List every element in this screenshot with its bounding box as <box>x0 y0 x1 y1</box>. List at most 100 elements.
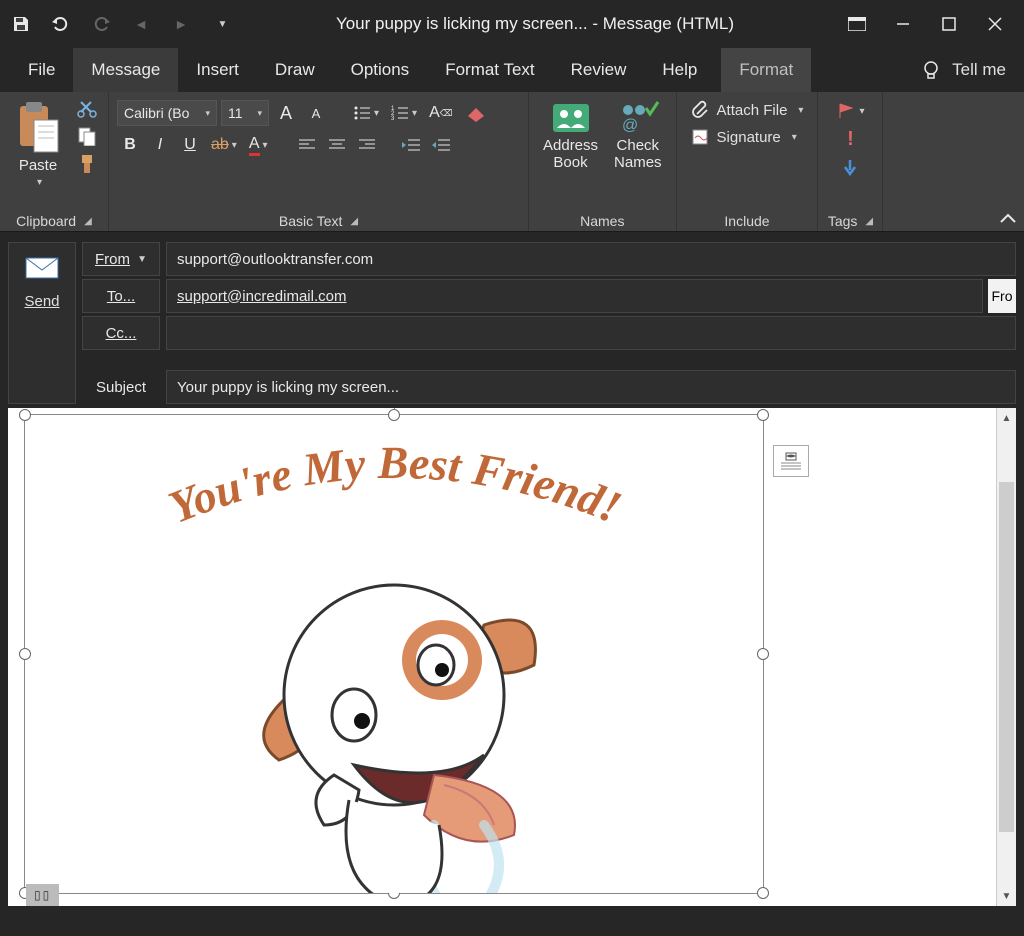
signature-label: Signature <box>717 129 781 146</box>
italic-button[interactable]: I <box>147 132 173 158</box>
window-title: Your puppy is licking my screen... - Mes… <box>236 14 834 34</box>
title-bar: ◄ ► ▼ Your puppy is licking my screen...… <box>0 0 1024 48</box>
clear-formatting-button[interactable]: A⌫ <box>425 100 456 126</box>
from-button[interactable]: From ▼ <box>82 242 160 276</box>
send-label: Send <box>24 293 59 310</box>
subject-input[interactable]: Your puppy is licking my screen... <box>166 370 1016 404</box>
font-family-combo[interactable]: Calibri (Bo▾ <box>117 100 217 126</box>
increase-indent-button[interactable] <box>428 132 454 158</box>
svg-text:@: @ <box>622 117 638 134</box>
qat-dropdown-icon[interactable]: ▼ <box>206 9 236 39</box>
tab-options[interactable]: Options <box>333 48 428 92</box>
dialog-launcher-icon[interactable]: ◢ <box>350 216 358 227</box>
signature-button[interactable]: Signature ▾ <box>685 126 803 148</box>
send-button[interactable]: Send <box>8 242 76 404</box>
high-importance-button[interactable]: ! <box>837 126 863 152</box>
to-button[interactable]: To... <box>82 279 160 313</box>
compose-header: Send From ▼ support@outlooktransfer.com … <box>0 232 1024 408</box>
ribbon-tabs: File Message Insert Draw Options Format … <box>0 48 1024 92</box>
eraser-icon[interactable] <box>460 100 490 126</box>
font-size-value: 11 <box>228 105 243 121</box>
cc-input[interactable] <box>166 316 1016 350</box>
copy-icon <box>77 126 97 146</box>
message-body[interactable]: You're My Best Friend! <box>8 408 1016 906</box>
bold-button[interactable]: B <box>117 132 143 158</box>
bottom-tag: ▯▯ <box>26 884 59 906</box>
redo-icon[interactable] <box>86 9 116 39</box>
quick-access-toolbar: ◄ ► ▼ <box>6 9 236 39</box>
layout-options-button[interactable] <box>773 445 809 477</box>
save-icon[interactable] <box>6 9 36 39</box>
tab-draw[interactable]: Draw <box>257 48 333 92</box>
align-left-button[interactable] <box>294 132 320 158</box>
follow-up-button[interactable]: ▾ <box>832 98 868 124</box>
to-input[interactable]: support@incredimail.com <box>166 279 983 313</box>
envelope-icon <box>25 257 59 279</box>
shrink-font-button[interactable]: A <box>303 100 329 126</box>
align-center-button[interactable] <box>324 132 350 158</box>
ribbon-display-icon[interactable] <box>834 1 880 47</box>
low-importance-button[interactable] <box>837 154 863 180</box>
font-size-combo[interactable]: 11▾ <box>221 100 269 126</box>
dialog-launcher-icon[interactable]: ◢ <box>865 216 873 227</box>
tab-help[interactable]: Help <box>644 48 715 92</box>
down-arrow-icon <box>842 158 858 176</box>
scroll-up-button[interactable]: ▲ <box>997 408 1016 428</box>
align-right-button[interactable] <box>354 132 380 158</box>
underline-button[interactable]: U <box>177 132 203 158</box>
dialog-launcher-icon[interactable]: ◢ <box>84 216 92 227</box>
tab-file[interactable]: File <box>10 48 73 92</box>
tab-review[interactable]: Review <box>553 48 645 92</box>
format-painter-button[interactable] <box>74 152 100 176</box>
tab-message[interactable]: Message <box>73 48 178 92</box>
tab-format-context[interactable]: Format <box>721 48 811 92</box>
puppy-image <box>184 525 604 893</box>
cut-button[interactable] <box>74 96 100 120</box>
group-tags-label: Tags <box>828 213 858 229</box>
embedded-image: You're My Best Friend! <box>25 415 763 893</box>
ribbon: Paste ▾ Clipboard ◢ <box>0 92 1024 232</box>
scroll-down-button[interactable]: ▼ <box>997 886 1016 906</box>
copy-button[interactable] <box>74 124 100 148</box>
bulb-icon <box>920 59 942 81</box>
check-names-button[interactable]: @ Check Names <box>608 96 668 175</box>
from-value: support@outlooktransfer.com <box>166 242 1016 276</box>
attach-file-button[interactable]: Attach File ▾ <box>685 98 810 122</box>
paste-label: Paste <box>19 158 57 175</box>
paste-button[interactable]: Paste ▾ <box>8 96 68 192</box>
decrease-indent-button[interactable] <box>398 132 424 158</box>
cc-button[interactable]: Cc... <box>82 316 160 350</box>
vertical-scrollbar[interactable]: ▲ ▼ <box>996 408 1016 906</box>
minimize-button[interactable] <box>880 1 926 47</box>
bullets-button[interactable]: ▾ <box>349 100 383 126</box>
strikethrough-button[interactable]: ab▾ <box>207 132 241 158</box>
tab-format-text[interactable]: Format Text <box>427 48 552 92</box>
back-icon[interactable]: ◄ <box>126 9 156 39</box>
chevron-up-icon <box>999 213 1017 225</box>
maximize-button[interactable] <box>926 1 972 47</box>
font-color-button[interactable]: A▾ <box>245 132 272 158</box>
group-tags: ▾ ! Tags ◢ <box>818 92 883 231</box>
selected-image-frame[interactable]: You're My Best Friend! <box>24 414 764 894</box>
collapse-ribbon-button[interactable] <box>992 92 1024 231</box>
group-names-label: Names <box>580 213 624 229</box>
numbering-button[interactable]: 123▾ <box>387 100 421 126</box>
tell-me[interactable]: Tell me <box>902 48 1024 92</box>
forward-icon[interactable]: ► <box>166 9 196 39</box>
group-clipboard: Paste ▾ Clipboard ◢ <box>0 92 109 231</box>
address-book-label: Address Book <box>543 138 598 171</box>
paperclip-icon <box>691 100 709 120</box>
address-book-button[interactable]: Address Book <box>537 96 604 175</box>
scroll-thumb[interactable] <box>999 482 1014 832</box>
svg-text:You're My Best Friend!: You're My Best Friend! <box>162 437 629 533</box>
undo-icon[interactable] <box>46 9 76 39</box>
truncated-from-tab[interactable]: Fro <box>988 279 1016 313</box>
attach-file-label: Attach File <box>717 102 788 119</box>
tab-insert[interactable]: Insert <box>178 48 257 92</box>
group-basic-text-label: Basic Text <box>279 213 343 229</box>
grow-font-button[interactable]: A <box>273 100 299 126</box>
chevron-down-icon: ▾ <box>37 177 42 188</box>
group-clipboard-label: Clipboard <box>16 213 76 229</box>
close-button[interactable] <box>972 1 1018 47</box>
flag-icon <box>836 102 856 120</box>
